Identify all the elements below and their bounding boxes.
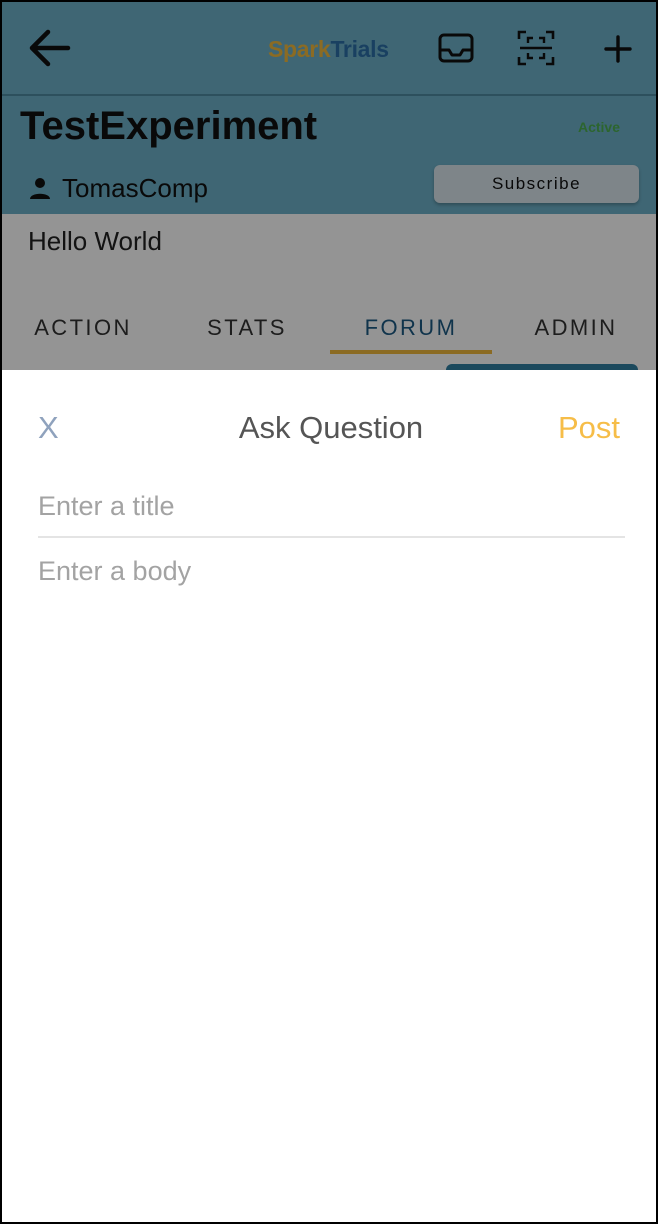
question-title-input[interactable] [38, 476, 625, 538]
ask-question-sheet: X Ask Question Post [0, 370, 658, 1224]
post-button[interactable]: Post [558, 410, 620, 446]
question-body-input[interactable] [38, 556, 625, 1156]
modal-scrim[interactable] [0, 0, 658, 370]
experiment-screen: SparkTrials TestExperiment Active TomasC… [0, 0, 658, 372]
